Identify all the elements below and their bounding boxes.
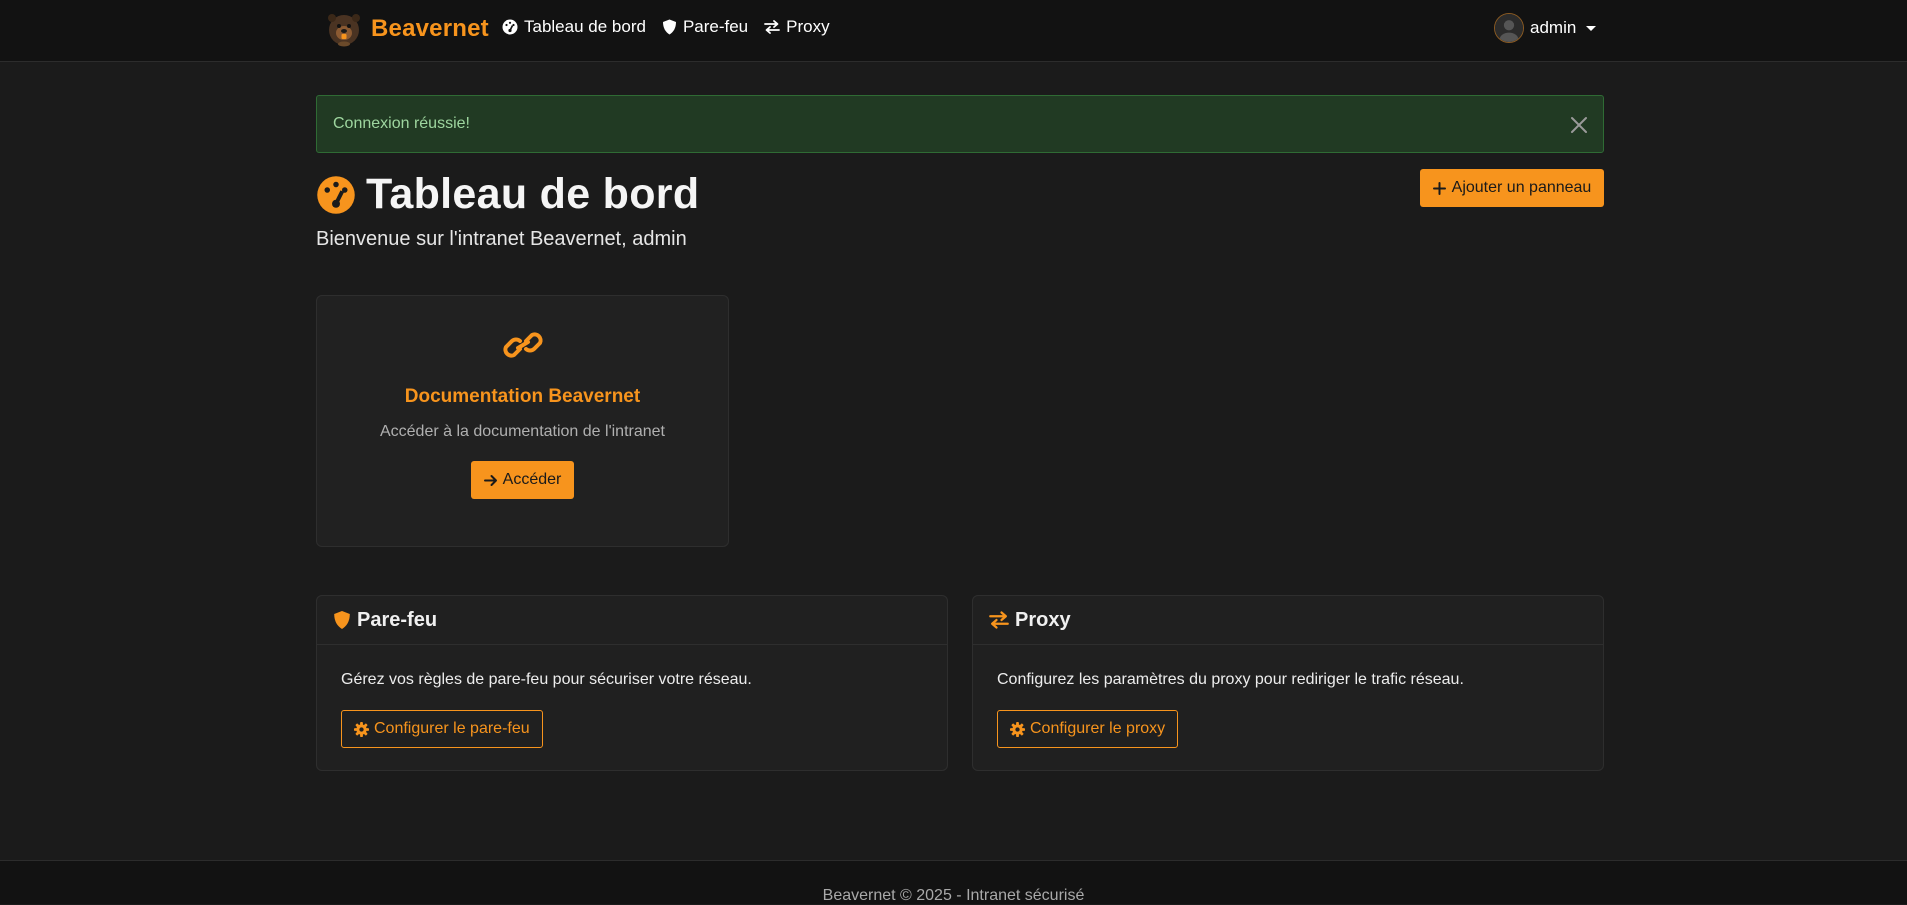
user-name: admin	[1530, 18, 1577, 37]
welcome-text: Bienvenue sur l'intranet Beavernet, admi…	[316, 228, 687, 250]
proxy-card-header: Proxy	[973, 596, 1603, 645]
close-icon[interactable]	[1569, 115, 1589, 135]
nav-firewall-label: Pare-feu	[682, 17, 749, 36]
proxy-card-title: Proxy	[1015, 608, 1071, 631]
footer-text: Beavernet © 2025 - Intranet sécurisé	[822, 887, 1085, 904]
nav-dashboard[interactable]: Tableau de bord	[502, 17, 646, 37]
arrow-right-icon	[483, 474, 497, 486]
shield-icon	[662, 19, 676, 35]
arrows-exchange-icon	[989, 611, 1009, 629]
beaver-logo-icon	[328, 14, 360, 47]
arrows-exchange-icon	[764, 20, 781, 34]
access-docs-button[interactable]: Accéder	[471, 461, 574, 499]
navbar: Beavernet Tableau de bord Pare-feu Proxy…	[0, 0, 1907, 62]
alert-message: Connexion réussie!	[333, 115, 470, 132]
plus-icon	[1432, 181, 1446, 195]
firewall-card: Pare-feu Gérez vos règles de pare-feu po…	[316, 595, 948, 771]
page-title: Tableau de bord	[366, 170, 700, 218]
nav-proxy[interactable]: Proxy	[764, 17, 830, 37]
link-icon	[503, 332, 543, 358]
footer: Beavernet © 2025 - Intranet sécurisé	[0, 860, 1907, 904]
shield-icon	[334, 611, 350, 629]
doc-card-title: Documentation Beavernet	[404, 386, 641, 407]
proxy-card-description: Configurez les paramètres du proxy pour …	[997, 671, 1464, 688]
brand-link[interactable]: Beavernet	[327, 11, 489, 47]
dashboard-icon	[317, 175, 355, 214]
nav-dashboard-label: Tableau de bord	[524, 17, 646, 36]
firewall-card-description: Gérez vos règles de pare-feu pour sécuri…	[341, 671, 752, 688]
page-header: Tableau de bord	[316, 170, 699, 219]
configure-firewall-button[interactable]: Configurer le pare-feu	[341, 710, 543, 748]
nav-proxy-label: Proxy	[786, 17, 830, 36]
firewall-card-header: Pare-feu	[317, 596, 947, 645]
configure-proxy-label: Configurer le proxy	[1030, 720, 1166, 737]
gear-icon	[354, 721, 369, 737]
user-menu-toggle[interactable]: admin	[1494, 13, 1597, 43]
configure-firewall-label: Configurer le pare-feu	[374, 720, 530, 737]
brand-name: Beavernet	[371, 15, 489, 42]
dashboard-icon	[502, 19, 518, 35]
doc-card-description: Accéder à la documentation de l'intranet	[379, 423, 665, 440]
proxy-card: Proxy Configurez les paramètres du proxy…	[972, 595, 1604, 771]
nav-links: Tableau de bord Pare-feu Proxy	[502, 17, 830, 37]
nav-firewall[interactable]: Pare-feu	[662, 17, 748, 37]
gear-icon	[1010, 721, 1025, 737]
access-docs-label: Accéder	[502, 471, 562, 488]
add-panel-label: Ajouter un panneau	[1451, 179, 1592, 196]
configure-proxy-button[interactable]: Configurer le proxy	[997, 710, 1179, 748]
avatar-icon	[1494, 13, 1524, 43]
firewall-card-title: Pare-feu	[357, 608, 438, 631]
success-alert: Connexion réussie!	[316, 95, 1604, 153]
chevron-down-icon	[1586, 25, 1597, 31]
add-panel-button[interactable]: Ajouter un panneau	[1420, 169, 1604, 207]
documentation-card: Documentation Beavernet Accéder à la doc…	[316, 295, 729, 547]
